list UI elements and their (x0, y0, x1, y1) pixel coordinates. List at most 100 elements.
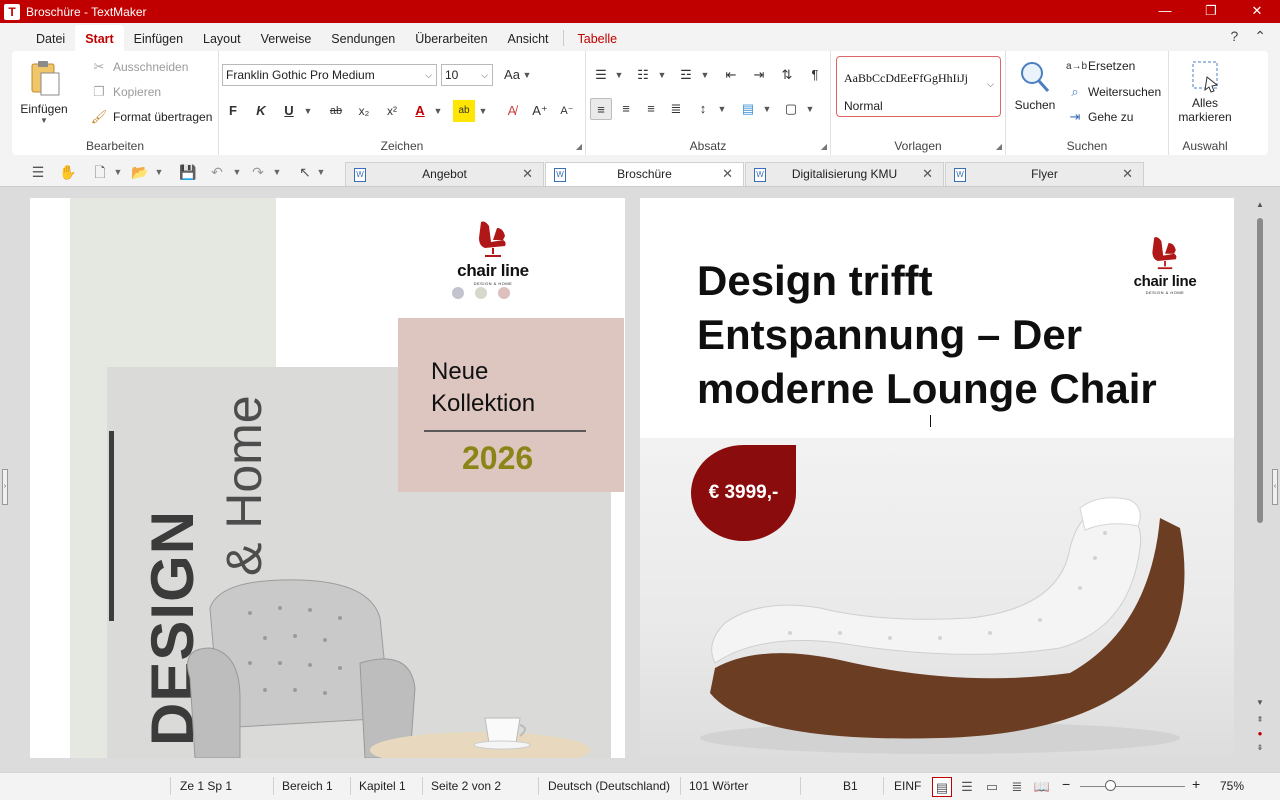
search-button[interactable]: Suchen (1010, 59, 1060, 112)
align-center-icon[interactable]: ≡ (615, 98, 637, 120)
menu-start[interactable]: Start (75, 25, 124, 51)
page-left[interactable]: & Home DESIGN chair line DESIGN & HOME N… (30, 198, 625, 758)
page-view-icon[interactable]: ▤ (932, 777, 952, 797)
paste-dropdown-icon[interactable]: ▼ (20, 116, 68, 125)
status-position[interactable]: Ze 1 Sp 1 (180, 779, 232, 793)
status-insert-mode[interactable]: EINF (894, 779, 921, 793)
justify-icon[interactable]: ≣ (665, 98, 687, 120)
line-spacing-dropdown-icon[interactable]: ▼ (717, 98, 727, 120)
hand-tool-icon[interactable]: ✋ (58, 161, 78, 183)
bullet-list-dropdown-icon[interactable]: ▼ (614, 64, 624, 86)
undo-icon[interactable]: ↶ (207, 161, 227, 183)
highlight-icon[interactable]: ab (453, 100, 475, 122)
zoom-level[interactable]: 75% (1220, 779, 1244, 793)
document-workspace[interactable]: › ‹ & Home DESIGN chair line DESIGN & HO… (0, 186, 1280, 772)
scroll-thumb[interactable] (1257, 218, 1263, 523)
shading-icon[interactable]: ▤ (737, 98, 759, 120)
font-name-combo[interactable]: Franklin Gothic Pro Medium ⌵ (222, 64, 437, 86)
open-dropdown-icon[interactable]: ▼ (154, 161, 164, 183)
right-panel-grip[interactable]: ‹ (1272, 469, 1278, 505)
align-right-icon[interactable]: ≡ (640, 98, 662, 120)
menu-einfuegen[interactable]: Einfügen (124, 25, 193, 51)
font-color-icon[interactable]: A (409, 100, 431, 122)
open-folder-icon[interactable]: 📂 (130, 161, 150, 183)
copy-button[interactable]: ❐ Kopieren (90, 84, 161, 100)
numbered-list-icon[interactable]: ☷ (632, 64, 654, 86)
bullet-list-icon[interactable]: ☰ (590, 64, 612, 86)
italic-button[interactable]: K (250, 100, 272, 122)
cut-button[interactable]: ✂ Ausschneiden (90, 59, 189, 75)
status-language[interactable]: Deutsch (Deutschland) (548, 779, 670, 793)
left-panel-grip[interactable]: › (2, 469, 8, 505)
numbered-list-dropdown-icon[interactable]: ▼ (657, 64, 667, 86)
doc-tab-angebot[interactable]: W Angebot ✕ (345, 162, 544, 186)
close-tab-icon[interactable]: ✕ (722, 166, 733, 182)
increase-indent-icon[interactable]: ⇥ (748, 64, 770, 86)
pointer-dropdown-icon[interactable]: ▼ (316, 161, 326, 183)
style-gallery[interactable]: AaBbCcDdEeFfGgHhIiJj Normal ⌵ (836, 56, 1001, 117)
grow-font-icon[interactable]: A⁺ (529, 100, 551, 122)
browse-object-icon[interactable]: ● (1254, 729, 1266, 738)
scroll-down-icon[interactable]: ▼ (1254, 698, 1266, 707)
underline-button[interactable]: U (278, 100, 300, 122)
continuous-view-icon[interactable]: ☰ (957, 777, 977, 797)
multilevel-list-dropdown-icon[interactable]: ▼ (700, 64, 710, 86)
maximize-button[interactable]: ❐ (1188, 0, 1234, 23)
change-case-icon[interactable]: Aa (501, 64, 523, 86)
vertical-scrollbar[interactable]: ▲ ▼ ⇞ ● ⇟ (1254, 198, 1266, 758)
previous-page-icon[interactable]: ⇞ (1254, 715, 1266, 724)
align-left-icon[interactable]: ≡ (590, 98, 612, 120)
sort-icon[interactable]: ⇅ (776, 64, 798, 86)
book-view-icon[interactable]: 📖 (1032, 777, 1052, 797)
close-tab-icon[interactable]: ✕ (922, 166, 933, 182)
menu-sendungen[interactable]: Sendungen (321, 25, 405, 51)
strikethrough-icon[interactable]: ab (325, 100, 347, 122)
multilevel-list-icon[interactable]: ☲ (675, 64, 697, 86)
shrink-font-icon[interactable]: A⁻ (556, 100, 578, 122)
format-painter-button[interactable]: 🖌 Format übertragen (90, 109, 213, 125)
next-page-icon[interactable]: ⇟ (1254, 743, 1266, 752)
dialog-launcher-icon[interactable]: ◢ (996, 142, 1002, 151)
menu-verweise[interactable]: Verweise (251, 25, 322, 51)
dialog-launcher-icon[interactable]: ◢ (821, 142, 827, 151)
undo-dropdown-icon[interactable]: ▼ (232, 161, 242, 183)
clear-formatting-icon[interactable]: A̸ (501, 100, 523, 122)
doc-tab-broschuere[interactable]: W Broschüre ✕ (545, 162, 744, 186)
minimize-button[interactable]: — (1142, 0, 1188, 23)
zoom-slider-thumb[interactable] (1105, 780, 1116, 791)
redo-icon[interactable]: ↷ (248, 161, 268, 183)
menu-ueberarbeiten[interactable]: Überarbeiten (405, 25, 497, 51)
close-button[interactable]: ✕ (1234, 0, 1280, 23)
status-word-count[interactable]: 101 Wörter (689, 779, 748, 793)
borders-dropdown-icon[interactable]: ▼ (805, 98, 815, 120)
doc-tab-flyer[interactable]: W Flyer ✕ (945, 162, 1144, 186)
dialog-launcher-icon[interactable]: ◢ (576, 142, 582, 151)
new-document-dropdown-icon[interactable]: ▼ (113, 161, 123, 183)
replace-button[interactable]: a→b Ersetzen (1066, 59, 1135, 73)
close-tab-icon[interactable]: ✕ (522, 166, 533, 182)
chevron-down-icon[interactable]: ⌵ (987, 79, 994, 90)
goto-button[interactable]: ⇥ Gehe zu (1066, 109, 1134, 125)
master-page-view-icon[interactable]: ▭ (982, 777, 1002, 797)
font-color-dropdown-icon[interactable]: ▼ (433, 100, 443, 122)
borders-icon[interactable]: ▢ (780, 98, 802, 120)
close-tab-icon[interactable]: ✕ (1122, 166, 1133, 182)
pointer-icon[interactable]: ↖ (295, 161, 315, 183)
menu-datei[interactable]: Datei (26, 25, 75, 51)
menu-tabelle[interactable]: Tabelle (568, 25, 628, 51)
textmaker-app-icon[interactable]: T (4, 3, 20, 20)
bold-button[interactable]: F (222, 100, 244, 122)
select-all-button[interactable]: Alles markieren (1177, 59, 1233, 124)
zoom-out-icon[interactable]: − (1062, 776, 1070, 792)
paste-button[interactable]: Einfügen ▼ (20, 59, 68, 125)
page-right[interactable]: Design trifft Entspannung – Der moderne … (640, 198, 1234, 758)
outline-view-icon[interactable]: ≣ (1007, 777, 1027, 797)
line-spacing-icon[interactable]: ↕ (692, 98, 714, 120)
underline-dropdown-icon[interactable]: ▼ (303, 100, 313, 122)
status-cell[interactable]: B1 (843, 779, 858, 793)
status-chapter[interactable]: Kapitel 1 (359, 779, 406, 793)
doc-tab-digitalisierung[interactable]: W Digitalisierung KMU ✕ (745, 162, 944, 186)
status-page[interactable]: Seite 2 von 2 (431, 779, 501, 793)
zoom-slider-track[interactable] (1080, 786, 1185, 787)
decrease-indent-icon[interactable]: ⇤ (720, 64, 742, 86)
